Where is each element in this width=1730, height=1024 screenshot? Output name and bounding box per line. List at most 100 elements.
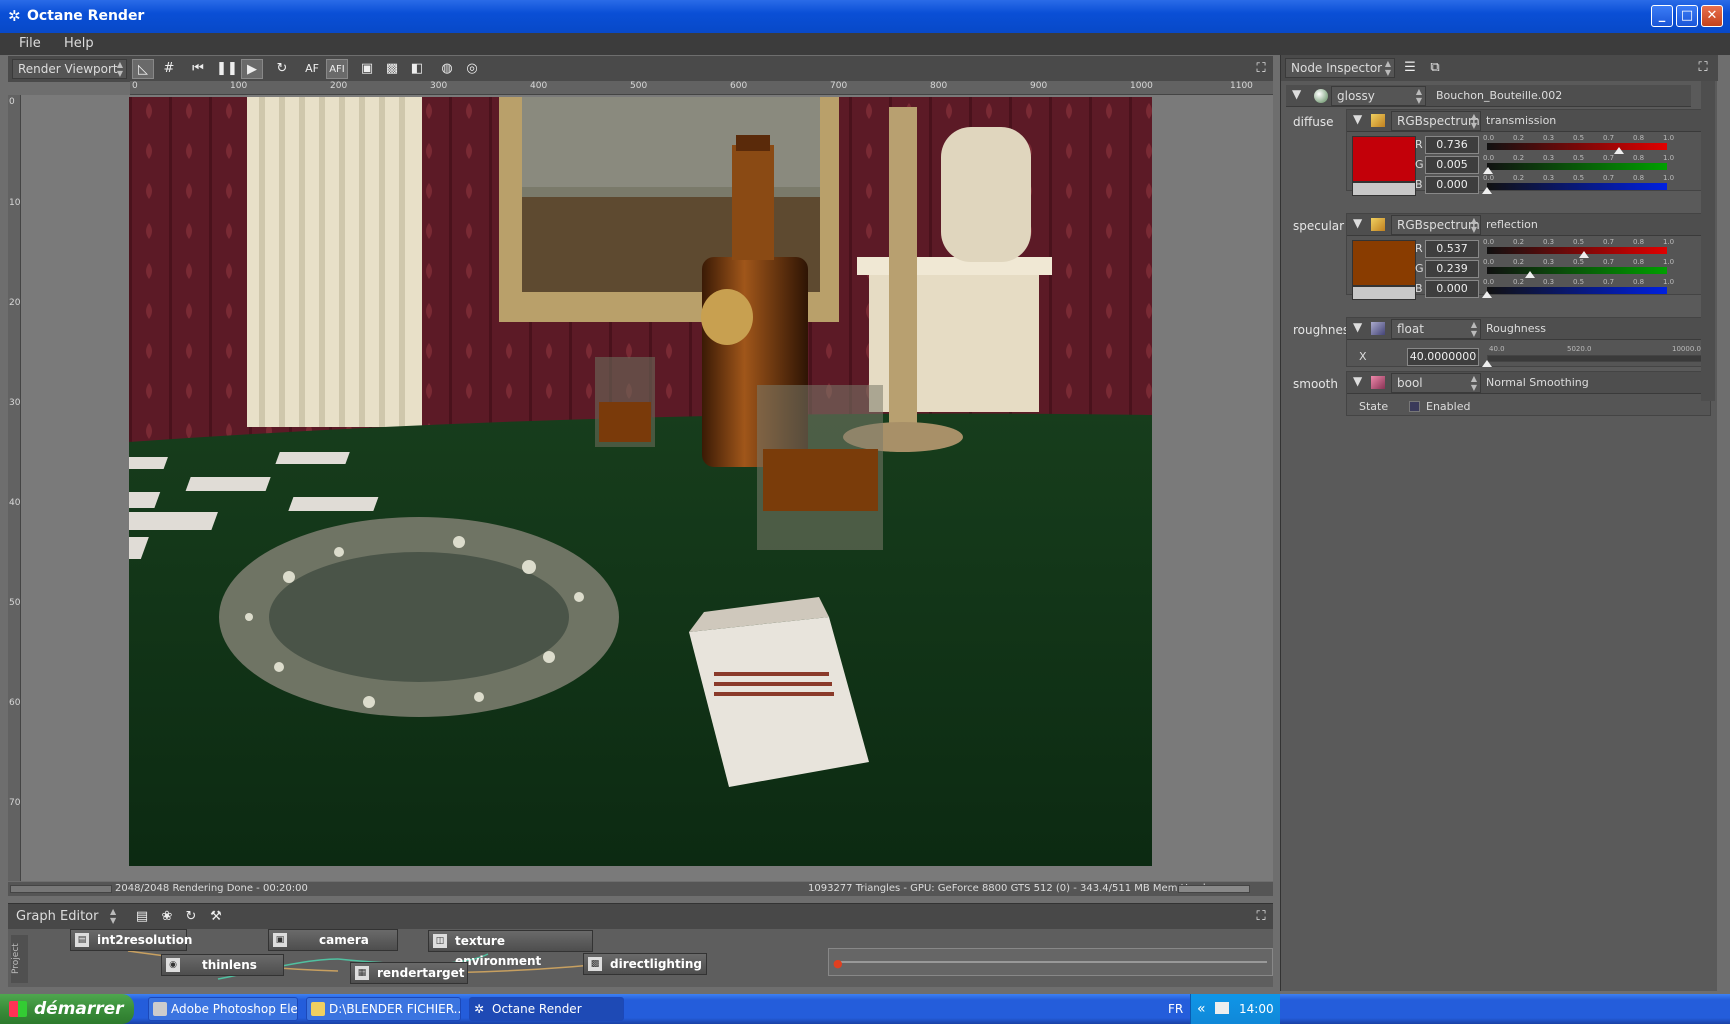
inspector-mode-select[interactable]: Node Inspector ▲ ▼ [1285,58,1395,78]
material-sphere-icon [1314,89,1328,103]
grid-icon[interactable]: # [158,59,180,79]
graph-node-texture-environment[interactable]: ◫ texture environment [428,930,593,968]
channel-value-input[interactable]: 0.000 [1425,280,1479,298]
af-icon[interactable]: AF [301,59,323,79]
enabled-checkbox[interactable] [1409,401,1420,412]
channel-slider-thumb[interactable] [1482,187,1492,194]
task-folder[interactable]: D:\BLENDER FICHIER... [306,997,461,1021]
channel-label: B [1415,282,1423,295]
fullscreen-icon[interactable]: ⛶ [1250,907,1272,927]
maximize-button[interactable]: □ [1676,5,1698,27]
octane-logo-icon: ✲ [8,7,21,25]
channel-slider[interactable] [1487,287,1667,294]
pin-type-select[interactable]: RGBspectrum ▲ ▼ [1391,215,1481,235]
tiles-icon[interactable]: ◧ [406,59,428,79]
expand-triangle-icon[interactable]: ▼ [1353,216,1362,230]
graph-node-thinlens[interactable]: ◉ thinlens [161,954,284,976]
menu-file[interactable]: File [19,36,41,51]
refresh-icon[interactable]: ↻ [271,59,293,79]
diffuse-texture-swatch[interactable] [1352,182,1416,196]
keyframe-icon[interactable]: ● [833,957,843,970]
scale-label: 0.5 [1573,134,1585,142]
globe-icon[interactable]: ◍ [436,59,458,79]
region-icon[interactable]: ▣ [356,59,378,79]
pin-type-value: RGBspectrum [1397,114,1480,128]
channel-value-input[interactable]: 0.736 [1425,136,1479,154]
roughness-value-input[interactable]: 40.0000000 [1407,348,1479,366]
channel-label: G [1415,158,1424,171]
status-bar: 2048/2048 Rendering Done - 00:20:00 1093… [8,882,1273,896]
graph-node-camera[interactable]: ▣ camera [268,929,398,951]
channel-value-input[interactable]: 0.000 [1425,176,1479,194]
pin-header-row: ▼ RGBspectrum ▲ ▼ reflection [1347,214,1710,236]
collapse-icon[interactable]: ☰ [1399,58,1421,78]
pin-type-select[interactable]: bool ▲ ▼ [1391,373,1481,393]
afi-icon[interactable]: AFI [326,59,348,79]
expand-triangle-icon[interactable]: ▼ [1353,374,1362,388]
roughness-slider-thumb[interactable] [1482,360,1492,367]
wrench-icon[interactable]: ⚒ [205,907,227,927]
pin-type-value: bool [1397,376,1423,390]
checker-icon[interactable]: ▩ [381,59,403,79]
expand-triangle-icon[interactable]: ▼ [1353,320,1362,334]
node-type-select[interactable]: glossy ▲ ▼ [1331,86,1426,106]
channel-slider[interactable] [1487,143,1667,150]
network-icon[interactable] [1215,1002,1229,1014]
pin-type-select[interactable]: RGBspectrum ▲ ▼ [1391,111,1481,131]
animation-timeline[interactable]: ● [828,948,1273,976]
diffuse-color-swatch[interactable] [1352,136,1416,182]
pin-type-select[interactable]: float ▲ ▼ [1391,319,1481,339]
channel-value-input[interactable]: 0.239 [1425,260,1479,278]
scale-label: 0.8 [1633,154,1645,162]
specular-texture-swatch[interactable] [1352,286,1416,300]
channel-slider-thumb[interactable] [1525,271,1536,278]
graph-node-int2resolution[interactable]: ▤ int2resolution [70,929,192,951]
title-bar: ✲ Octane Render _ □ ✕ [0,0,1730,33]
minimize-button[interactable]: _ [1651,5,1673,27]
start-button[interactable]: démarrer [0,994,134,1024]
ruler-tick: 300 [430,81,448,91]
channel-slider[interactable] [1487,163,1667,170]
add-node-icon[interactable]: ▤ [131,907,153,927]
tray-expand-icon[interactable]: « [1197,994,1206,1024]
checkbox-label: Enabled [1426,400,1471,413]
render-image[interactable] [129,97,1152,866]
close-button[interactable]: ✕ [1701,5,1723,27]
fullscreen-icon[interactable]: ⛶ [1692,58,1714,78]
channel-slider-thumb[interactable] [1482,167,1493,174]
scale-label: 1.0 [1663,278,1675,286]
copy-icon[interactable]: ⧉ [1424,58,1446,78]
task-octane[interactable]: ✲ Octane Render [469,997,624,1021]
channel-value-input[interactable]: 0.005 [1425,156,1479,174]
roughness-slider[interactable] [1487,355,1702,362]
inspector-scrollbar[interactable] [1701,81,1715,401]
rewind-icon[interactable]: ⏮ [187,59,209,79]
channel-slider[interactable] [1487,247,1667,254]
menu-help[interactable]: Help [64,36,94,51]
play-icon[interactable]: ▶ [241,59,263,79]
sync-icon[interactable]: ◎ [461,59,483,79]
graph-node-directlighting[interactable]: ▩ directlighting [583,953,707,975]
refresh-icon[interactable]: ↻ [180,907,202,927]
fullscreen-icon[interactable]: ⛶ [1250,59,1272,79]
ruler-tick: 700 [830,81,848,91]
scale-label: 0.5 [1573,174,1585,182]
roughness-section: ▼ float ▲ ▼ Roughness X 40.0000000 40.0 5… [1346,317,1711,367]
language-indicator[interactable]: FR [1168,1002,1183,1016]
pick-focus-icon[interactable]: ◺ [132,59,154,79]
viewport-mode-select[interactable]: Render Viewport ▲ ▼ [12,59,127,79]
spectrum-icon [1371,114,1385,127]
channel-slider[interactable] [1487,183,1667,190]
channel-slider-thumb[interactable] [1578,251,1589,258]
task-photoshop[interactable]: Adobe Photoshop Ele... [148,997,298,1021]
channel-slider-thumb[interactable] [1614,147,1625,154]
expand-triangle-icon[interactable]: ▼ [1292,87,1301,101]
material-icon[interactable]: ❀ [156,907,178,927]
graph-node-rendertarget[interactable]: ▦ rendertarget [350,962,468,984]
channel-slider-thumb[interactable] [1482,291,1492,298]
specular-color-swatch[interactable] [1352,240,1416,286]
pause-icon[interactable]: ❚❚ [216,59,238,79]
expand-triangle-icon[interactable]: ▼ [1353,112,1362,126]
channel-value-input[interactable]: 0.537 [1425,240,1479,258]
channel-slider[interactable] [1487,267,1667,274]
